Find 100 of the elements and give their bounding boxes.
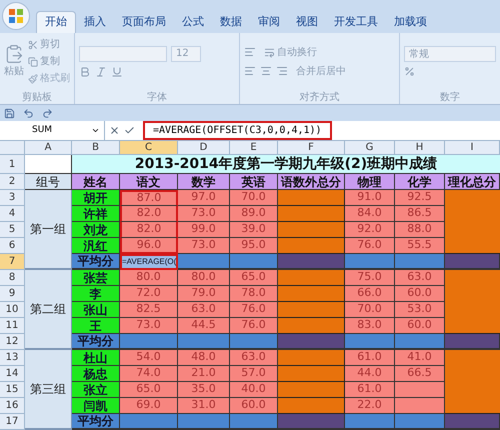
score-cell: 69.0 [120, 398, 178, 414]
average-cell [230, 334, 278, 350]
score-cell: 89.0 [230, 206, 278, 222]
ribbon-tab[interactable]: 页面布局 [114, 11, 174, 34]
ribbon-tab[interactable]: 视图 [288, 11, 326, 34]
name-cell: 刘龙 [72, 222, 120, 238]
name-cell: 张立 [72, 382, 120, 398]
score-cell: 92.5 [395, 190, 445, 206]
group-cell: 第二组 [25, 270, 72, 350]
column-header[interactable]: B [72, 141, 120, 155]
column-header[interactable]: C [120, 141, 178, 155]
average-label: 平均分 [72, 334, 120, 350]
total-cell [445, 270, 500, 334]
score-cell: 60.0 [230, 398, 278, 414]
ribbon-tab[interactable]: 审阅 [250, 11, 288, 34]
ribbon-tab[interactable]: 插入 [76, 11, 114, 34]
row-number: 6 [0, 238, 25, 254]
row-number: 3 [0, 190, 25, 206]
score-cell: 86.5 [395, 206, 445, 222]
score-cell: 21.0 [178, 366, 230, 382]
score-cell: 97.0 [178, 190, 230, 206]
total-cell [278, 398, 345, 414]
total-cell [278, 302, 345, 318]
score-cell: 82.0 [120, 222, 178, 238]
average-cell [278, 414, 345, 430]
ribbon-tab[interactable]: 开始 [36, 11, 76, 34]
name-cell: 闫凯 [72, 398, 120, 414]
score-cell: 63.0 [178, 302, 230, 318]
score-cell: 70.0 [345, 302, 395, 318]
column-header[interactable]: H [395, 141, 445, 155]
column-title: 组号 [25, 174, 72, 190]
align-right-icon [276, 65, 288, 78]
average-cell [345, 414, 395, 430]
average-cell [120, 414, 178, 430]
name-cell: 李 [72, 286, 120, 302]
average-cell [345, 334, 395, 350]
score-cell: 48.0 [178, 350, 230, 366]
score-cell: 22.0 [345, 398, 395, 414]
cancel-icon[interactable] [109, 125, 120, 136]
average-label: 平均分 [72, 414, 120, 430]
score-cell: 80.0 [120, 270, 178, 286]
column-header[interactable]: G [345, 141, 395, 155]
total-cell [278, 286, 345, 302]
score-cell: 41.0 [395, 350, 445, 366]
save-icon[interactable] [4, 108, 15, 119]
average-cell [278, 254, 345, 270]
average-cell [178, 254, 230, 270]
total-cell [278, 350, 345, 366]
ribbon-tab[interactable]: 公式 [174, 11, 212, 34]
column-header[interactable]: I [445, 141, 500, 155]
name-box[interactable]: SUM [0, 121, 105, 140]
average-cell [345, 254, 395, 270]
average-cell [178, 414, 230, 430]
score-cell: 39.0 [230, 222, 278, 238]
confirm-icon[interactable] [124, 125, 135, 136]
name-cell: 许祥 [72, 206, 120, 222]
average-cell [230, 254, 278, 270]
score-cell: 91.0 [345, 190, 395, 206]
column-header[interactable]: A [25, 141, 72, 155]
score-cell: 44.5 [178, 318, 230, 334]
column-header[interactable]: D [178, 141, 230, 155]
editing-cell[interactable]: =AVERAGE(O( [120, 254, 178, 270]
score-cell: 35.0 [178, 382, 230, 398]
average-label: 平均分 [72, 254, 120, 270]
score-cell: 61.0 [345, 350, 395, 366]
copy-icon [28, 56, 38, 67]
ribbon-tab[interactable]: 开发工具 [326, 11, 386, 34]
score-cell: 95.0 [230, 238, 278, 254]
row-number: 1 [0, 155, 25, 174]
ribbon-tab[interactable]: 加载项 [386, 11, 435, 34]
name-cell: 杜山 [72, 350, 120, 366]
column-title: 语文 [120, 174, 178, 190]
score-cell: 31.0 [178, 398, 230, 414]
score-cell [395, 398, 445, 414]
total-cell [278, 270, 345, 286]
align-left-icon [244, 65, 256, 78]
office-button[interactable] [2, 2, 30, 30]
column-header[interactable]: F [278, 141, 345, 155]
score-cell: 61.0 [345, 382, 395, 398]
formula-field[interactable]: =AVERAGE(OFFSET(C3,0,0,4,1)) [143, 121, 332, 140]
undo-icon[interactable] [23, 108, 34, 119]
ribbon-tab[interactable]: 数据 [212, 11, 250, 34]
total-cell [445, 350, 500, 414]
row-number: 8 [0, 270, 25, 286]
score-cell: 72.0 [120, 286, 178, 302]
average-cell [445, 254, 500, 270]
average-cell [395, 414, 445, 430]
group-label: 字体 [146, 90, 168, 104]
group-label: 对齐方式 [298, 90, 340, 104]
column-header[interactable]: E [230, 141, 278, 155]
dropdown-icon [91, 126, 100, 135]
score-cell: 82.0 [120, 206, 178, 222]
name-cell: 汎红 [72, 238, 120, 254]
clipboard-icon [4, 44, 24, 64]
score-cell: 40.0 [230, 382, 278, 398]
redo-icon[interactable] [42, 108, 53, 119]
average-cell [445, 334, 500, 350]
score-cell: 87.0 [120, 190, 178, 206]
average-cell [278, 334, 345, 350]
score-cell: 63.0 [395, 270, 445, 286]
